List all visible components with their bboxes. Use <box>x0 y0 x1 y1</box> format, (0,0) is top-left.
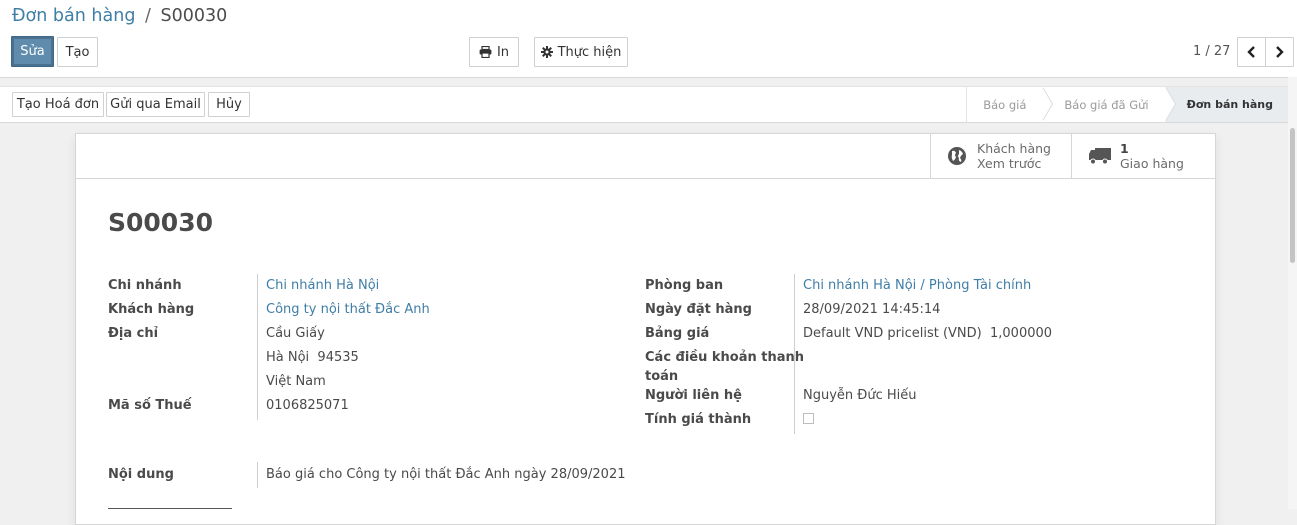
edit-button[interactable]: Sửa <box>11 36 54 67</box>
print-button-label: In <box>496 44 510 60</box>
stage-quotation-sent-label: Báo giá đã Gửi <box>1064 97 1149 112</box>
costing-label: Tính giá thành <box>645 412 752 427</box>
send-email-button[interactable]: Gửi qua Email <box>106 92 205 117</box>
stage-quotation-sent[interactable]: Báo giá đã Gửi <box>1042 87 1176 122</box>
record-title: S00030 <box>108 208 213 237</box>
cancel-button[interactable]: Hủy <box>208 92 250 117</box>
customer-label: Khách hàng <box>108 302 195 317</box>
department-value[interactable]: Chi nhánh Hà Nội / Phòng Tài chính <box>803 278 1031 293</box>
pricelist-value: Default VND pricelist (VND) 1,000000 <box>803 326 1053 341</box>
content-value: Báo giá cho Công ty nội thất Đắc Anh ngà… <box>266 467 626 482</box>
create-button-label: Tạo <box>65 44 90 60</box>
payment-terms-label-line2: toán <box>645 369 679 384</box>
stage-sales-order[interactable]: Đơn bán hàng <box>1164 87 1289 122</box>
print-icon <box>479 46 492 58</box>
order-date-label: Ngày đặt hàng <box>645 302 752 317</box>
delivery-count: 1 <box>1120 141 1129 156</box>
contact-value: Nguyễn Đức Hiếu <box>803 388 917 403</box>
tax-id-value: 0106825071 <box>266 398 349 413</box>
form-sheet: Khách hàng Xem trước 1 Giao hàng S00030 … <box>75 133 1216 525</box>
delivery-text: 1 Giao hàng <box>1120 141 1184 171</box>
create-button[interactable]: Tạo <box>57 37 98 67</box>
address-line-2: Hà Nội 94535 <box>266 350 359 365</box>
stage-arrow <box>1042 87 1053 121</box>
stage-quotation[interactable]: Báo giá <box>966 87 1054 122</box>
pager-value[interactable]: 1 / 27 <box>1193 44 1230 59</box>
right-group-divider <box>794 274 795 434</box>
customer-value[interactable]: Công ty nội thất Đắc Anh <box>266 302 430 317</box>
customer-preview-line2: Xem trước <box>977 156 1042 171</box>
stage-pipeline: Báo giá Báo giá đã Gửi Đơn bán hàng <box>966 87 1289 122</box>
content-divider <box>257 462 258 488</box>
smart-button-box: Khách hàng Xem trước 1 Giao hàng <box>76 134 1215 179</box>
address-label: Địa chỉ <box>108 326 159 341</box>
tax-id-label: Mã số Thuế <box>108 398 192 413</box>
breadcrumb-separator: / <box>145 6 151 26</box>
previous-record-button[interactable] <box>1237 37 1266 67</box>
customer-preview-button[interactable]: Khách hàng Xem trước <box>930 134 1072 178</box>
payment-terms-label-line1: Các điều khoản thanh <box>645 350 805 365</box>
customer-preview-line1: Khách hàng <box>977 141 1051 156</box>
chevron-left-icon <box>1247 46 1255 58</box>
order-date-value: 28/09/2021 14:45:14 <box>803 302 941 317</box>
send-email-label: Gửi qua Email <box>110 97 201 112</box>
stage-sales-order-label: Đơn bán hàng <box>1186 98 1273 111</box>
globe-icon <box>948 147 966 165</box>
chevron-right-icon <box>1276 46 1284 58</box>
action-button-label: Thực hiện <box>557 44 622 60</box>
stage-arrow <box>1164 87 1175 121</box>
cancel-label: Hủy <box>216 97 242 112</box>
scrollbar-thumb[interactable] <box>1290 128 1295 263</box>
breadcrumb-current: S00030 <box>160 6 228 26</box>
delivery-label: Giao hàng <box>1120 156 1184 171</box>
customer-preview-text: Khách hàng Xem trước <box>977 141 1051 171</box>
pricelist-label: Bảng giá <box>645 326 710 341</box>
branch-value[interactable]: Chi nhánh Hà Nội <box>266 278 379 293</box>
gear-icon <box>540 46 553 58</box>
edit-button-label: Sửa <box>20 44 45 59</box>
breadcrumb: Đơn bán hàng / S00030 <box>12 6 227 26</box>
action-button[interactable]: Thực hiện <box>534 37 628 67</box>
left-group-divider <box>257 274 258 420</box>
stage-quotation-label: Báo giá <box>983 97 1027 112</box>
print-button[interactable]: In <box>469 37 519 67</box>
next-record-button[interactable] <box>1265 37 1294 67</box>
content-label: Nội dung <box>108 467 174 482</box>
contact-label: Người liên hệ <box>645 388 742 403</box>
delivery-button[interactable]: 1 Giao hàng <box>1071 134 1215 178</box>
branch-label: Chi nhánh <box>108 278 182 293</box>
truck-icon <box>1089 148 1111 165</box>
control-panel: Đơn bán hàng / S00030 Sửa Tạo In Thực hi… <box>0 0 1297 78</box>
statusbar: Tạo Hoá đơn Gửi qua Email Hủy Báo giá Bá… <box>0 86 1297 123</box>
department-label: Phòng ban <box>645 278 724 293</box>
create-invoice-label: Tạo Hoá đơn <box>16 97 100 112</box>
costing-checkbox[interactable] <box>803 413 814 424</box>
create-invoice-button[interactable]: Tạo Hoá đơn <box>12 92 104 117</box>
breadcrumb-parent[interactable]: Đơn bán hàng <box>12 6 135 26</box>
address-line-1: Cầu Giấy <box>266 326 325 341</box>
address-line-3: Việt Nam <box>266 374 326 389</box>
